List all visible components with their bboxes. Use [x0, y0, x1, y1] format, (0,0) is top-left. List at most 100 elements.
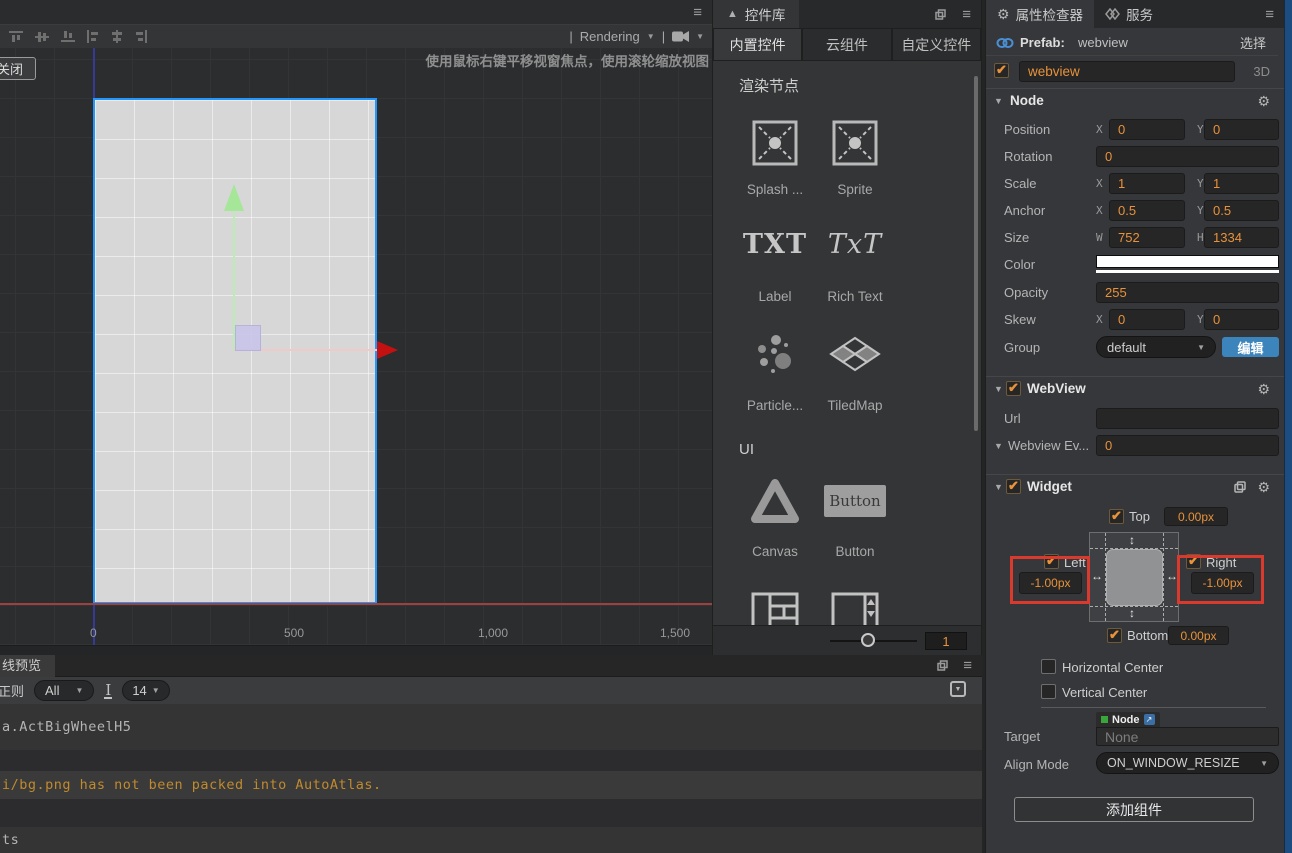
panel-menu-icon[interactable]: ≡ — [963, 658, 972, 673]
tab-builtin-widgets[interactable]: 内置控件 — [713, 28, 803, 61]
library-item-label-widget[interactable]: TXT — [735, 229, 815, 260]
prop-label: Url — [1004, 410, 1021, 426]
skew-x-input[interactable]: 0 — [1109, 308, 1185, 330]
tab-property-inspector[interactable]: ⚙ 属性检查器 — [986, 0, 1095, 28]
library-item-layout[interactable] — [735, 592, 815, 625]
log-line[interactable] — [0, 750, 982, 771]
library-item-splash[interactable] — [735, 119, 815, 167]
library-scrollbar[interactable] — [974, 76, 978, 431]
add-component-button[interactable]: 添加组件 — [1014, 797, 1254, 822]
position-y-input[interactable]: 0 — [1204, 118, 1279, 140]
zoom-value-input[interactable]: 1 — [925, 632, 967, 650]
align-middle-icon[interactable] — [34, 30, 50, 43]
url-input[interactable] — [1096, 407, 1279, 429]
group-edit-button[interactable]: 编辑 — [1222, 337, 1279, 357]
library-item-canvas[interactable] — [735, 477, 815, 525]
prefab-select-button[interactable]: 选择 — [1240, 33, 1266, 52]
prop-label: Webview Ev... — [1008, 437, 1090, 453]
widget-top-input[interactable]: 0.00px — [1164, 507, 1228, 526]
group-dropdown[interactable]: default ▼ — [1096, 336, 1216, 358]
node-active-checkbox[interactable] — [994, 62, 1009, 78]
align-mode-dropdown[interactable]: ON_WINDOW_RESIZE ▼ — [1096, 752, 1279, 774]
skew-y-input[interactable]: 0 — [1204, 308, 1279, 330]
popout-icon[interactable] — [935, 9, 946, 20]
panel-menu-icon[interactable]: ≡ — [693, 5, 702, 20]
mode-3d-label[interactable]: 3D — [1253, 64, 1270, 79]
gear-icon[interactable]: ⚙ — [1257, 94, 1270, 108]
gear-icon[interactable]: ⚙ — [1257, 382, 1270, 396]
library-item-tiledmap[interactable] — [815, 335, 895, 373]
widget-enabled-checkbox[interactable] — [1006, 478, 1021, 494]
tab-label: 服务 — [1126, 8, 1154, 23]
panel-menu-icon[interactable]: ≡ — [962, 7, 971, 22]
tab-custom-widgets[interactable]: 自定义控件 — [891, 28, 981, 61]
scene-panel: ≡ | Rendering ▼ | ▼ 使用鼠标右键平移视窗焦点，使用滚轮缩放视… — [0, 0, 713, 655]
library-item-button[interactable]: Button — [815, 485, 895, 517]
align-left-icon[interactable] — [86, 30, 100, 43]
widget-top-checkbox[interactable] — [1109, 508, 1124, 524]
node-name-input[interactable]: webview — [1019, 61, 1235, 82]
align-right-icon[interactable] — [134, 30, 148, 43]
log-line[interactable] — [0, 799, 982, 827]
library-item-sprite[interactable] — [815, 119, 895, 167]
color-swatch[interactable] — [1096, 255, 1279, 268]
library-item-particle[interactable] — [735, 331, 815, 377]
copy-icon[interactable] — [1234, 481, 1246, 493]
node-section-header[interactable]: ▼ Node ⚙ — [986, 88, 1284, 112]
anchor-x-input[interactable]: 0.5 — [1109, 199, 1185, 221]
anchor-y-input[interactable]: 0.5 — [1204, 199, 1279, 221]
external-link-icon[interactable]: ↗ — [1143, 714, 1155, 725]
log-line[interactable]: a.ActBigWheelH5 — [0, 704, 982, 750]
widget-section-header[interactable]: ▼ Widget ⚙ — [986, 474, 1284, 498]
library-item-scrollview[interactable] — [815, 592, 895, 625]
zoom-slider-knob[interactable] — [861, 633, 875, 647]
widget-bottom-checkbox[interactable] — [1107, 627, 1122, 643]
popout-icon[interactable] — [937, 660, 948, 671]
tab-cloud-components[interactable]: 云组件 — [802, 28, 892, 61]
gear-icon[interactable]: ⚙ — [1257, 480, 1270, 494]
rotation-input[interactable]: 0 — [1096, 145, 1279, 167]
scene-viewport[interactable]: 使用鼠标右键平移视窗焦点，使用滚轮缩放视图 关闭 0 500 1,000 1,5… — [0, 48, 712, 655]
library-item-richtext[interactable]: TxT — [815, 229, 895, 260]
vertical-center-checkbox[interactable] — [1041, 684, 1056, 699]
font-size-dropdown[interactable]: 14 ▼ — [122, 680, 170, 701]
gizmo-anchor-square[interactable] — [235, 325, 261, 351]
opacity-input[interactable]: 255 — [1096, 281, 1279, 303]
rendering-dropdown[interactable]: Rendering — [580, 29, 640, 44]
gizmo-y-arrowhead-icon[interactable] — [224, 184, 244, 211]
position-x-input[interactable]: 0 — [1109, 118, 1185, 140]
align-top-icon[interactable] — [8, 30, 24, 43]
widget-bottom-input[interactable]: 0.00px — [1168, 626, 1229, 645]
scale-y-input[interactable]: 1 — [1204, 172, 1279, 194]
scene-hscrollbar[interactable] — [0, 645, 712, 655]
scroll-to-bottom-icon[interactable]: ▼ — [950, 681, 966, 697]
widget-alignment-diagram[interactable]: ↕ ↕ ↔ ↔ — [1089, 532, 1179, 622]
camera-caret-icon[interactable]: ▼ — [696, 32, 704, 41]
rendering-caret-icon[interactable]: ▼ — [647, 32, 655, 41]
size-h-input[interactable]: 1334 — [1204, 226, 1279, 248]
log-line-warning[interactable]: i/bg.png has not been packed into AutoAt… — [0, 771, 982, 799]
filter-dropdown[interactable]: All ▼ — [34, 680, 95, 701]
align-center-icon[interactable] — [110, 30, 124, 43]
webview-events-input[interactable]: 0 — [1096, 434, 1279, 456]
horizontal-center-label: Horizontal Center — [1062, 659, 1164, 675]
scale-x-input[interactable]: 1 — [1109, 172, 1185, 194]
webview-enabled-checkbox[interactable] — [1006, 380, 1021, 396]
webview-node-rect[interactable] — [93, 98, 377, 604]
target-input[interactable]: None — [1096, 727, 1279, 746]
section-render-nodes: 渲染节点 — [739, 78, 800, 95]
log-line[interactable]: ts — [0, 827, 982, 853]
collapse-icon[interactable]: ▼ — [994, 441, 1003, 451]
webview-section-header[interactable]: ▼ WebView ⚙ — [986, 376, 1284, 400]
panel-menu-icon[interactable]: ≡ — [1265, 7, 1274, 22]
console-tab[interactable]: 线预览 — [0, 655, 56, 677]
inspector-scrollbar[interactable] — [1284, 0, 1292, 853]
align-bottom-icon[interactable] — [60, 30, 76, 43]
size-w-input[interactable]: 752 — [1109, 226, 1185, 248]
horizontal-center-checkbox[interactable] — [1041, 659, 1056, 674]
library-panel-tab[interactable]: ▲ 控件库 — [713, 0, 800, 28]
gizmo-x-arrowhead-icon[interactable] — [377, 341, 398, 359]
tab-services[interactable]: 服务 — [1094, 0, 1164, 28]
close-button[interactable]: 关闭 — [0, 57, 36, 80]
camera-icon[interactable] — [672, 31, 690, 42]
